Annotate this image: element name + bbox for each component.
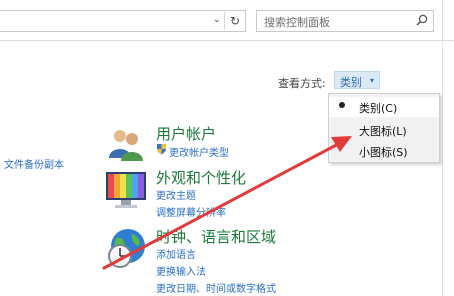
red-arrow-annotation (102, 136, 352, 270)
